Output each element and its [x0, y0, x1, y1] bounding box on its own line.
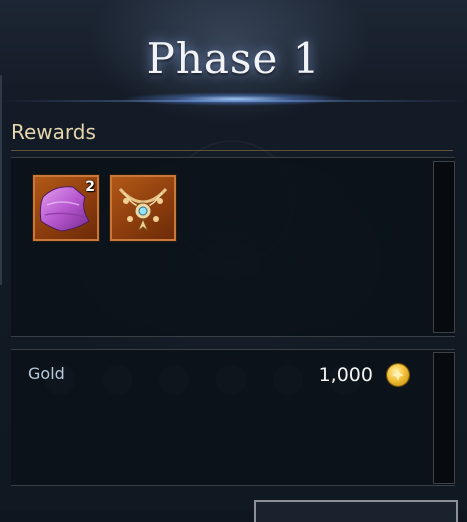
gold-panel: Gold 1,000	[11, 349, 455, 486]
item-count: 2	[85, 179, 95, 195]
rewards-header: Rewards	[11, 120, 96, 144]
title-glow	[120, 92, 350, 106]
title-divider	[0, 100, 467, 102]
rewards-panel: 2	[11, 157, 455, 337]
bottom-button[interactable]	[254, 500, 458, 522]
gold-label: Gold	[28, 364, 65, 383]
reward-item-slot[interactable]	[109, 174, 177, 242]
phase-title: Phase 1	[146, 34, 321, 83]
reward-item-slot[interactable]: 2	[32, 174, 100, 242]
left-frame-edge	[0, 75, 2, 285]
rewards-scrollbar[interactable]	[433, 161, 455, 333]
gold-coin-icon	[387, 364, 409, 386]
gold-amount: 1,000	[318, 364, 373, 386]
gold-scrollbar[interactable]	[433, 352, 455, 484]
rewards-header-rule	[11, 150, 453, 151]
ornate-necklace-icon	[118, 187, 168, 232]
